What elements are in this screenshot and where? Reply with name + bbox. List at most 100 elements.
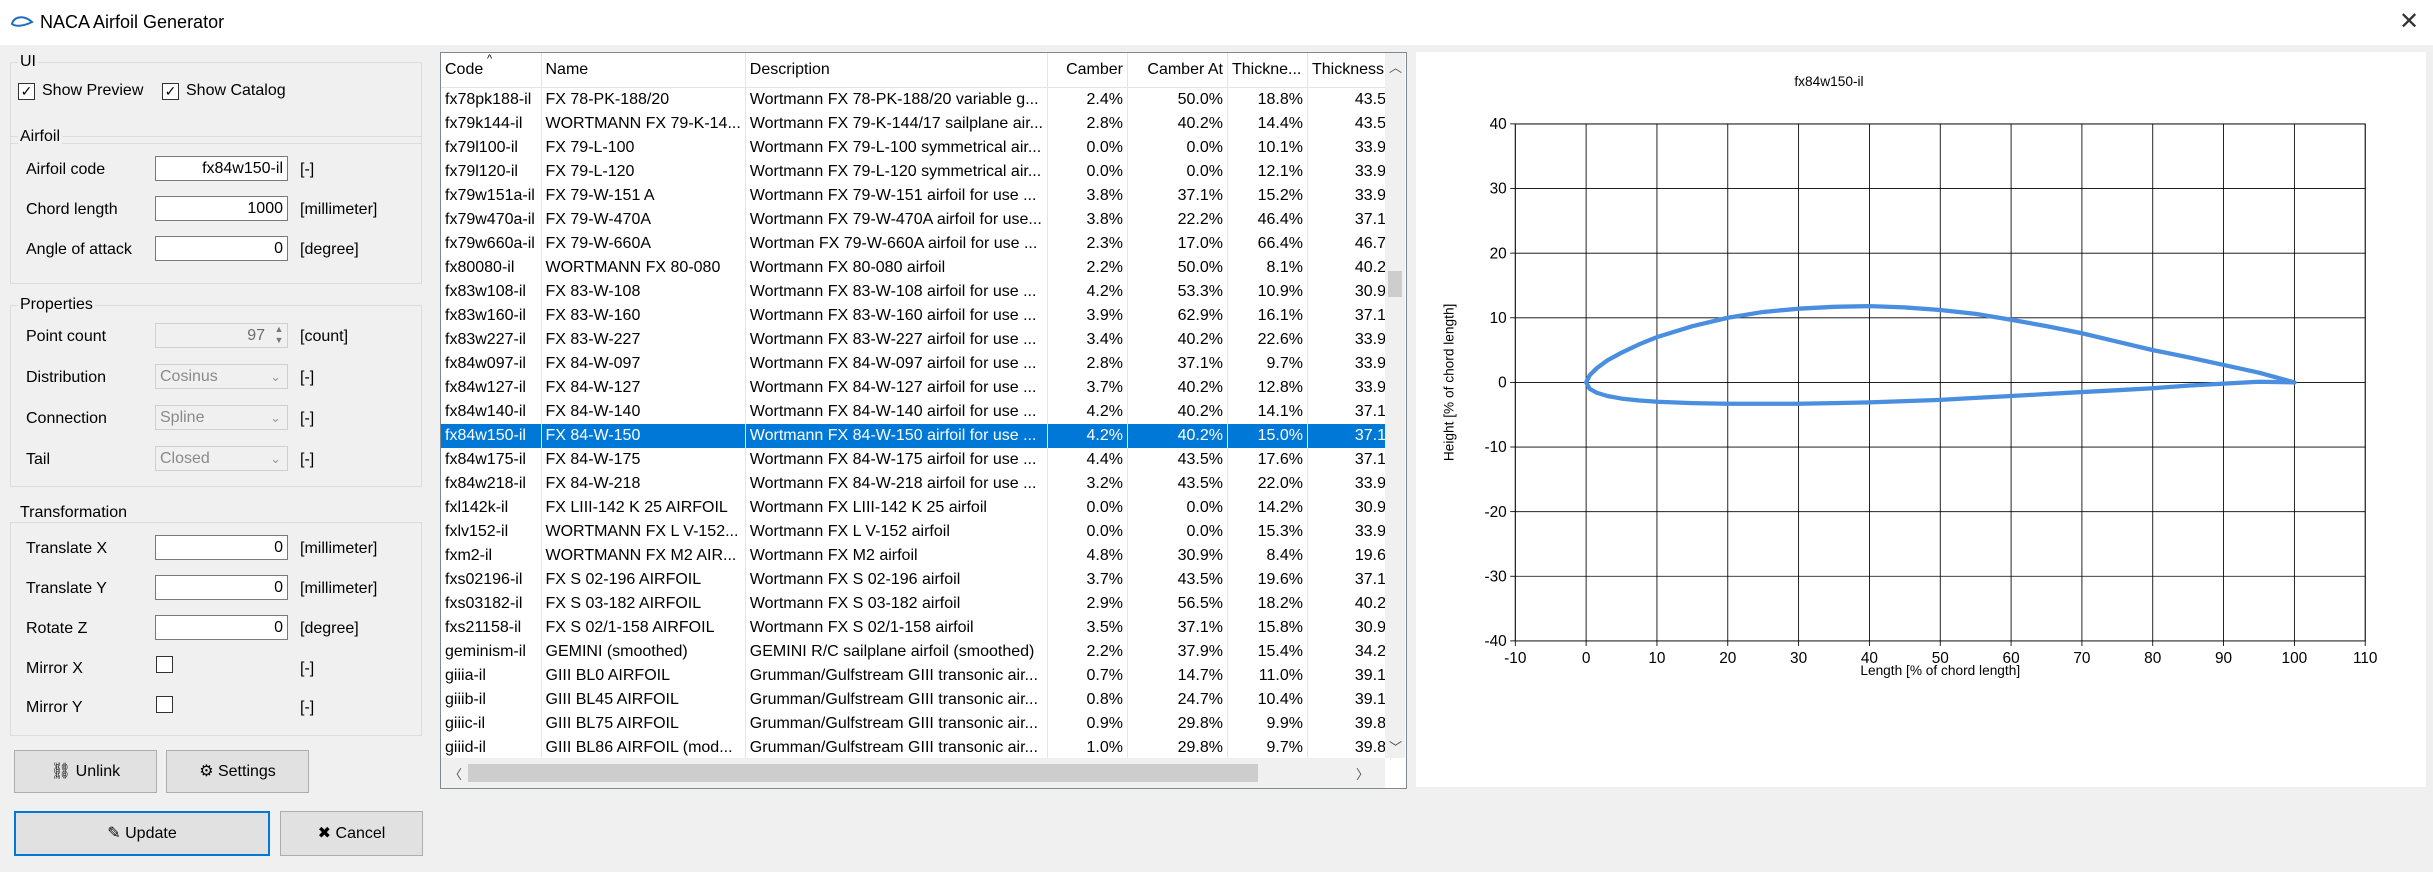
mirror-x-unit: [-] [300, 660, 315, 677]
table-row[interactable]: fx79w151a-il FX 79-W-151 A Wortmann FX 79-… [441, 184, 1391, 208]
rotate-z-input[interactable]: 0 [155, 615, 288, 640]
table-cell: 14.4% [1227, 112, 1308, 136]
table-row[interactable]: geminism-il GEMINI (smoothed) GEMINI R/C s… [441, 640, 1391, 664]
table-row[interactable]: fx79w470a-il FX 79-W-470A Wortmann FX 79-W… [441, 208, 1391, 232]
show-catalog-checkbox[interactable]: ✓ [162, 83, 179, 100]
table-cell: 33.9 [1307, 376, 1391, 400]
column-header-camber[interactable]: Camber [1047, 53, 1128, 88]
table-row[interactable]: fxs02196-il FX S 02-196 AIRFOIL Wortmann F… [441, 568, 1391, 592]
x-tick-label: 20 [1719, 650, 1736, 667]
table-row[interactable]: fx84w127-il FX 84-W-127 Wortmann FX 84-W-1… [441, 376, 1391, 400]
table-row[interactable]: fxs03182-il FX S 03-182 AIRFOIL Wortmann F… [441, 592, 1391, 616]
update-button[interactable]: ✎ Update [14, 811, 270, 856]
table-row[interactable]: fx79w660a-il FX 79-W-660A Wortman FX 79-W-… [441, 232, 1391, 256]
table-cell: 43.5 [1307, 112, 1391, 136]
table-cell: 0.7% [1047, 664, 1128, 688]
point-count-label: Point count [26, 328, 107, 345]
translate-x-input[interactable]: 0 [155, 535, 288, 560]
horizontal-scroll-thumb[interactable] [468, 764, 1258, 782]
window-title: NACA Airfoil Generator [40, 12, 225, 32]
table-cell: Wortmann FX 78-PK-188/20 variable g... [745, 87, 1048, 112]
table-row[interactable]: giiib-il GIII BL45 AIRFOIL Grumman/Gulfstr… [441, 688, 1391, 712]
mirror-x-checkbox[interactable] [156, 656, 173, 673]
scroll-left-icon[interactable]: 〈 [449, 764, 462, 783]
scroll-right-icon[interactable]: 〉 [1356, 764, 1369, 783]
table-cell: fxs21158-il [441, 616, 542, 640]
table-row[interactable]: fxm2-il WORTMANN FX M2 AIR... Wortmann FX … [441, 544, 1391, 568]
column-header-name[interactable]: Name [541, 53, 746, 88]
table-row[interactable]: fxl142k-il FX LIII-142 K 25 AIRFOIL Wortma… [441, 496, 1391, 520]
table-row[interactable]: fx83w227-il FX 83-W-227 Wortmann FX 83-W-2… [441, 328, 1391, 352]
table-row[interactable]: fx84w175-il FX 84-W-175 Wortmann FX 84-W-1… [441, 448, 1391, 472]
airfoil-code-input[interactable]: fx84w150-il [155, 156, 288, 181]
table-cell: GIII BL0 AIRFOIL [541, 664, 746, 688]
connection-value: Spline [160, 409, 205, 426]
table-cell: Wortmann FX S 02-196 airfoil [745, 568, 1048, 592]
table-row[interactable]: fxs21158-il FX S 02/1-158 AIRFOIL Wortmann… [441, 616, 1391, 640]
cancel-button[interactable]: ✖ Cancel [280, 811, 423, 856]
table-cell: 4.2% [1047, 424, 1128, 448]
airfoil-preview-chart: -10 0 10 20 30 40 50 60 70 80 90 100 110 40 30 20 10 0 -10… [1416, 52, 2426, 787]
angle-of-attack-input[interactable]: 0 [155, 236, 288, 261]
table-row[interactable]: fx79l120-il FX 79-L-120 Wortmann FX 79-L-1… [441, 160, 1391, 184]
table-row[interactable]: fx79l100-il FX 79-L-100 Wortmann FX 79-L-1… [441, 136, 1391, 160]
table-row[interactable]: fx78pk188-il FX 78-PK-188/20 Wortmann FX 7… [441, 87, 1391, 112]
table-row[interactable]: fx84w140-il FX 84-W-140 Wortmann FX 84-W-1… [441, 400, 1391, 424]
table-cell: Wortmann FX LIII-142 K 25 airfoil [745, 496, 1048, 520]
table-cell: Wortmann FX 84-W-097 airfoil for use ... [745, 352, 1048, 376]
table-cell: 9.9% [1227, 712, 1308, 736]
table-row[interactable]: giiia-il GIII BL0 AIRFOIL Grumman/Gulfstre… [441, 664, 1391, 688]
scroll-up-icon[interactable]: ︿ [1389, 57, 1402, 76]
table-cell: 3.7% [1047, 376, 1128, 400]
translate-y-input[interactable]: 0 [155, 575, 288, 600]
table-cell: 12.1% [1227, 160, 1308, 184]
table-cell: Wortmann FX S 03-182 airfoil [745, 592, 1048, 616]
column-header-code[interactable]: Code ^ [441, 53, 542, 88]
table-row[interactable]: fx84w218-il FX 84-W-218 Wortmann FX 84-W-2… [441, 472, 1391, 496]
table-cell: 37.1 [1307, 424, 1391, 448]
table-row[interactable]: fx83w160-il FX 83-W-160 Wortmann FX 83-W-1… [441, 304, 1391, 328]
table-row[interactable]: fxlv152-il WORTMANN FX L V-152... Wortmann… [441, 520, 1391, 544]
table-row[interactable]: fx80080-il WORTMANN FX 80-080 Wortmann FX … [441, 256, 1391, 280]
column-header-description[interactable]: Description [745, 53, 1048, 88]
table-cell: 40.2% [1127, 328, 1228, 352]
scroll-down-icon[interactable]: ﹀ [1389, 737, 1402, 756]
vertical-scrollbar[interactable]: ︿ ﹀ [1385, 53, 1405, 758]
table-row[interactable]: giiic-il GIII BL75 AIRFOIL Grumman/Gulfstr… [441, 712, 1391, 736]
table-cell: 11.0% [1227, 664, 1308, 688]
tail-unit: [-] [300, 451, 315, 468]
connection-unit: [-] [300, 410, 315, 427]
table-cell: Wortmann FX 79-L-100 symmetrical air... [745, 136, 1048, 160]
table-cell: 1.0% [1047, 736, 1128, 760]
table-row[interactable]: fx84w097-il FX 84-W-097 Wortmann FX 84-W-0… [441, 352, 1391, 376]
table-cell: 17.0% [1127, 232, 1228, 256]
table-cell: Wortmann FX 84-W-150 airfoil for use ... [745, 424, 1048, 448]
table-row[interactable]: fx84w150-il FX 84-W-150 Wortmann FX 84-W-1… [441, 424, 1391, 448]
table-cell: 14.2% [1227, 496, 1308, 520]
settings-button[interactable]: ⚙ Settings [166, 750, 309, 793]
table-row[interactable]: fx83w108-il FX 83-W-108 Wortmann FX 83-W-1… [441, 280, 1391, 304]
tail-label: Tail [26, 451, 51, 468]
column-header-camber-at[interactable]: Camber At [1127, 53, 1228, 88]
show-preview-checkbox[interactable]: ✓ [18, 83, 35, 100]
table-row[interactable]: fx79k144-il WORTMANN FX 79-K-14... Wortman… [441, 112, 1391, 136]
column-header-thickness-at[interactable]: Thickness [1307, 53, 1391, 88]
chord-length-input[interactable]: 1000 [155, 196, 288, 221]
table-cell: FX 79-W-151 A [541, 184, 746, 208]
horizontal-scrollbar[interactable]: 〈 〉 [441, 758, 1385, 788]
table-cell: 2.3% [1047, 232, 1128, 256]
close-icon[interactable]: ✕ [2395, 8, 2423, 36]
mirror-y-checkbox[interactable] [156, 696, 173, 713]
tail-value: Closed [160, 450, 210, 467]
table-row[interactable]: giiid-il GIII BL86 AIRFOIL (mod... Grumman… [441, 736, 1391, 760]
table-cell: 29.8% [1127, 712, 1228, 736]
column-header-thickness[interactable]: Thickne... [1227, 53, 1308, 88]
vertical-scroll-thumb[interactable] [1388, 271, 1402, 297]
table-cell: Grumman/Gulfstream GIII transonic air... [745, 688, 1048, 712]
airfoil-catalog-list[interactable]: Code ^ Name Description Camber Camber At … [440, 52, 1407, 789]
table-cell: 8.1% [1227, 256, 1308, 280]
table-cell: 39.8 [1307, 736, 1391, 760]
table-cell: 16.1% [1227, 304, 1308, 328]
unlink-button[interactable]: ⛓ Unlink [14, 750, 157, 793]
table-cell: 66.4% [1227, 232, 1308, 256]
